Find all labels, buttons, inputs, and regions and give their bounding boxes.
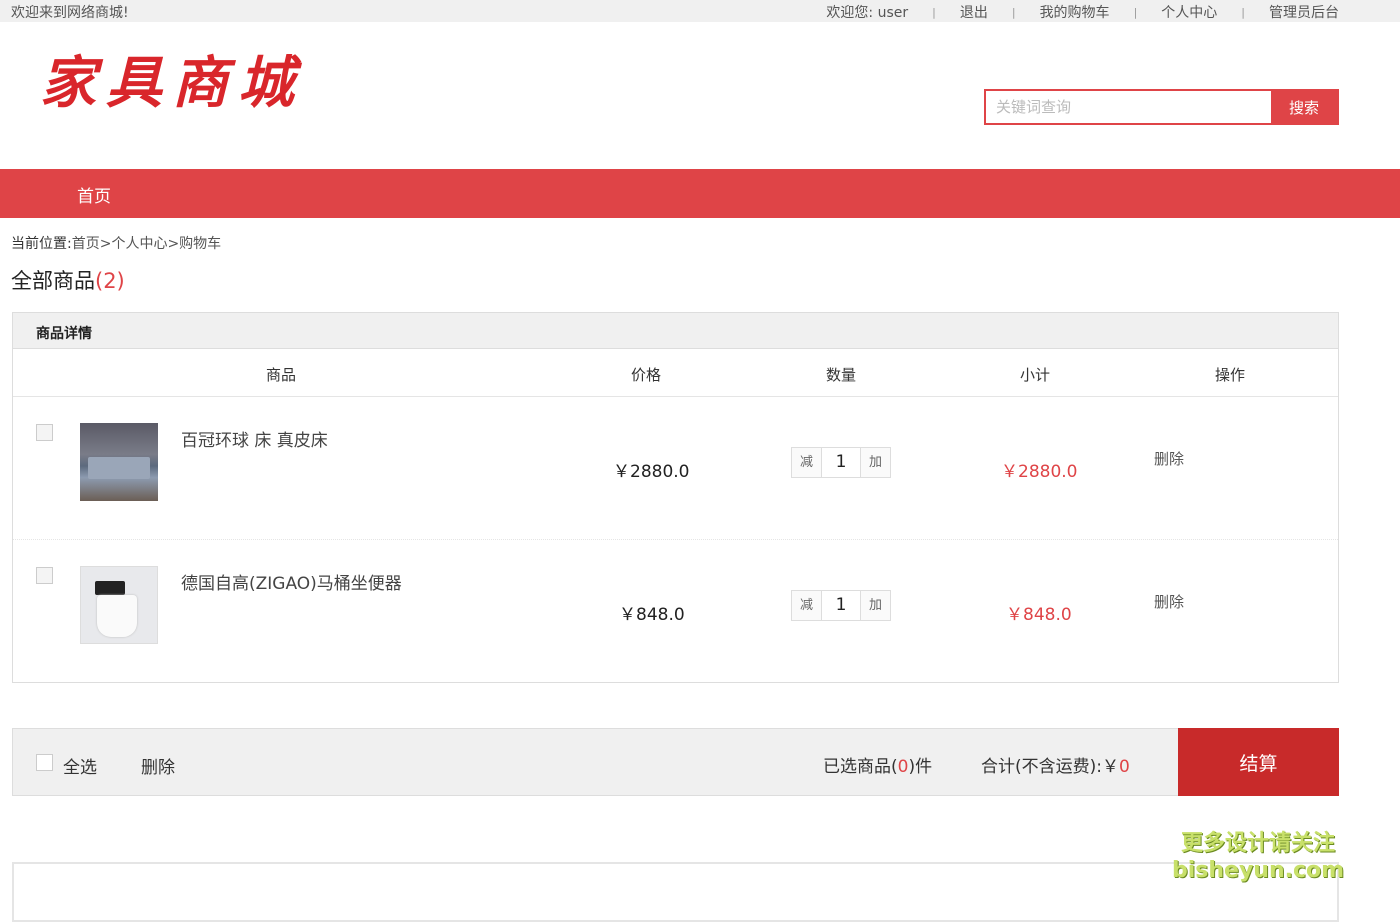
checkout-button[interactable]: 结算	[1178, 728, 1339, 796]
search-input[interactable]	[986, 91, 1271, 123]
my-cart-link[interactable]: 我的购物车	[1040, 2, 1110, 22]
selected-number: 0	[897, 757, 909, 777]
admin-link[interactable]: 管理员后台	[1269, 2, 1339, 22]
decrease-button[interactable]: 减	[792, 448, 821, 477]
logout-link[interactable]: 退出	[960, 2, 988, 22]
product-name[interactable]: 德国自高(ZIGAO)马桶坐便器	[181, 569, 402, 594]
col-price: 价格	[631, 366, 662, 384]
selected-prefix: 已选商品(	[823, 757, 898, 777]
footer-panel	[12, 862, 1339, 922]
product-image[interactable]	[80, 423, 158, 501]
row-subtotal: ￥2880.0	[1001, 462, 1078, 482]
col-quantity: 数量	[826, 366, 857, 384]
page-title-text: 全部商品	[11, 269, 95, 293]
quantity-input[interactable]: 1	[821, 591, 861, 620]
watermark: 更多设计请关注 bisheyun.com	[1172, 830, 1344, 884]
cart-table: 商品详情 商品 价格 数量 小计 操作 百冠环球 床 真皮床 ￥2880.0 减…	[12, 312, 1339, 683]
separator: |	[1241, 5, 1245, 19]
separator: |	[1133, 5, 1138, 19]
product-image[interactable]	[80, 566, 158, 644]
select-all-checkbox[interactable]	[36, 754, 53, 771]
separator: |	[932, 5, 936, 19]
col-subtotal: 小计	[1020, 366, 1051, 384]
increase-button[interactable]: 加	[861, 448, 890, 477]
user-greeting: 欢迎您: user	[826, 5, 909, 21]
selected-suffix: )件	[908, 757, 933, 777]
site-logo[interactable]: 家具商城	[40, 38, 304, 119]
selected-count: 已选商品(0)件	[823, 752, 932, 777]
total-label: 合计(不含运费):￥	[981, 757, 1119, 777]
breadcrumb: 当前位置:首页>个人中心>购物车	[11, 233, 221, 253]
quantity-input[interactable]: 1	[821, 448, 861, 477]
search-box: 搜索	[984, 89, 1339, 125]
bulk-delete-button[interactable]: 删除	[141, 753, 175, 778]
main-nav: 首页	[0, 169, 1400, 218]
welcome-text: 欢迎来到网络商城!	[11, 5, 129, 21]
top-bar: 欢迎来到网络商城! 欢迎您: user | 退出 | 我的购物车 | 个人中心 …	[0, 0, 1400, 22]
product-name[interactable]: 百冠环球 床 真皮床	[181, 426, 328, 451]
table-row: 德国自高(ZIGAO)马桶坐便器 ￥848.0 减 1 加 ￥848.0 删除	[13, 540, 1338, 683]
breadcrumb-path[interactable]: 首页>个人中心>购物车	[72, 236, 221, 252]
item-count: (2)	[95, 269, 125, 293]
column-headers: 商品 价格 数量 小计 操作	[13, 349, 1338, 397]
col-action: 操作	[1215, 366, 1246, 384]
delete-link[interactable]: 删除	[1154, 448, 1184, 469]
delete-link[interactable]: 删除	[1154, 591, 1184, 612]
page-title: 全部商品(2)	[11, 265, 125, 295]
watermark-line1: 更多设计请关注	[1181, 831, 1336, 856]
product-price: ￥2880.0	[613, 462, 690, 482]
increase-button[interactable]: 加	[861, 591, 890, 620]
quantity-stepper: 减 1 加	[791, 590, 891, 621]
total-value: 0	[1119, 757, 1130, 777]
cart-header: 商品详情	[13, 313, 1338, 349]
table-row: 百冠环球 床 真皮床 ￥2880.0 减 1 加 ￥2880.0 删除	[13, 397, 1338, 540]
total-amount: 合计(不含运费):￥0	[981, 752, 1130, 777]
row-checkbox[interactable]	[36, 567, 53, 584]
quantity-stepper: 减 1 加	[791, 447, 891, 478]
breadcrumb-label: 当前位置:	[11, 236, 72, 252]
search-button[interactable]: 搜索	[1271, 91, 1337, 123]
top-links: 欢迎您: user | 退出 | 我的购物车 | 个人中心 | 管理员后台	[826, 2, 1339, 22]
separator: |	[1011, 5, 1016, 19]
decrease-button[interactable]: 减	[792, 591, 821, 620]
row-checkbox[interactable]	[36, 424, 53, 441]
product-price: ￥848.0	[619, 605, 685, 625]
col-product: 商品	[266, 366, 297, 384]
cart-summary-bar: 全选 删除 已选商品(0)件 合计(不含运费):￥0 结算	[12, 728, 1339, 796]
nav-item-home[interactable]: 首页	[77, 182, 111, 207]
watermark-line2: bisheyun.com	[1172, 858, 1345, 883]
row-subtotal: ￥848.0	[1006, 605, 1072, 625]
select-all-label[interactable]: 全选	[63, 753, 97, 778]
personal-center-link[interactable]: 个人中心	[1161, 2, 1217, 22]
